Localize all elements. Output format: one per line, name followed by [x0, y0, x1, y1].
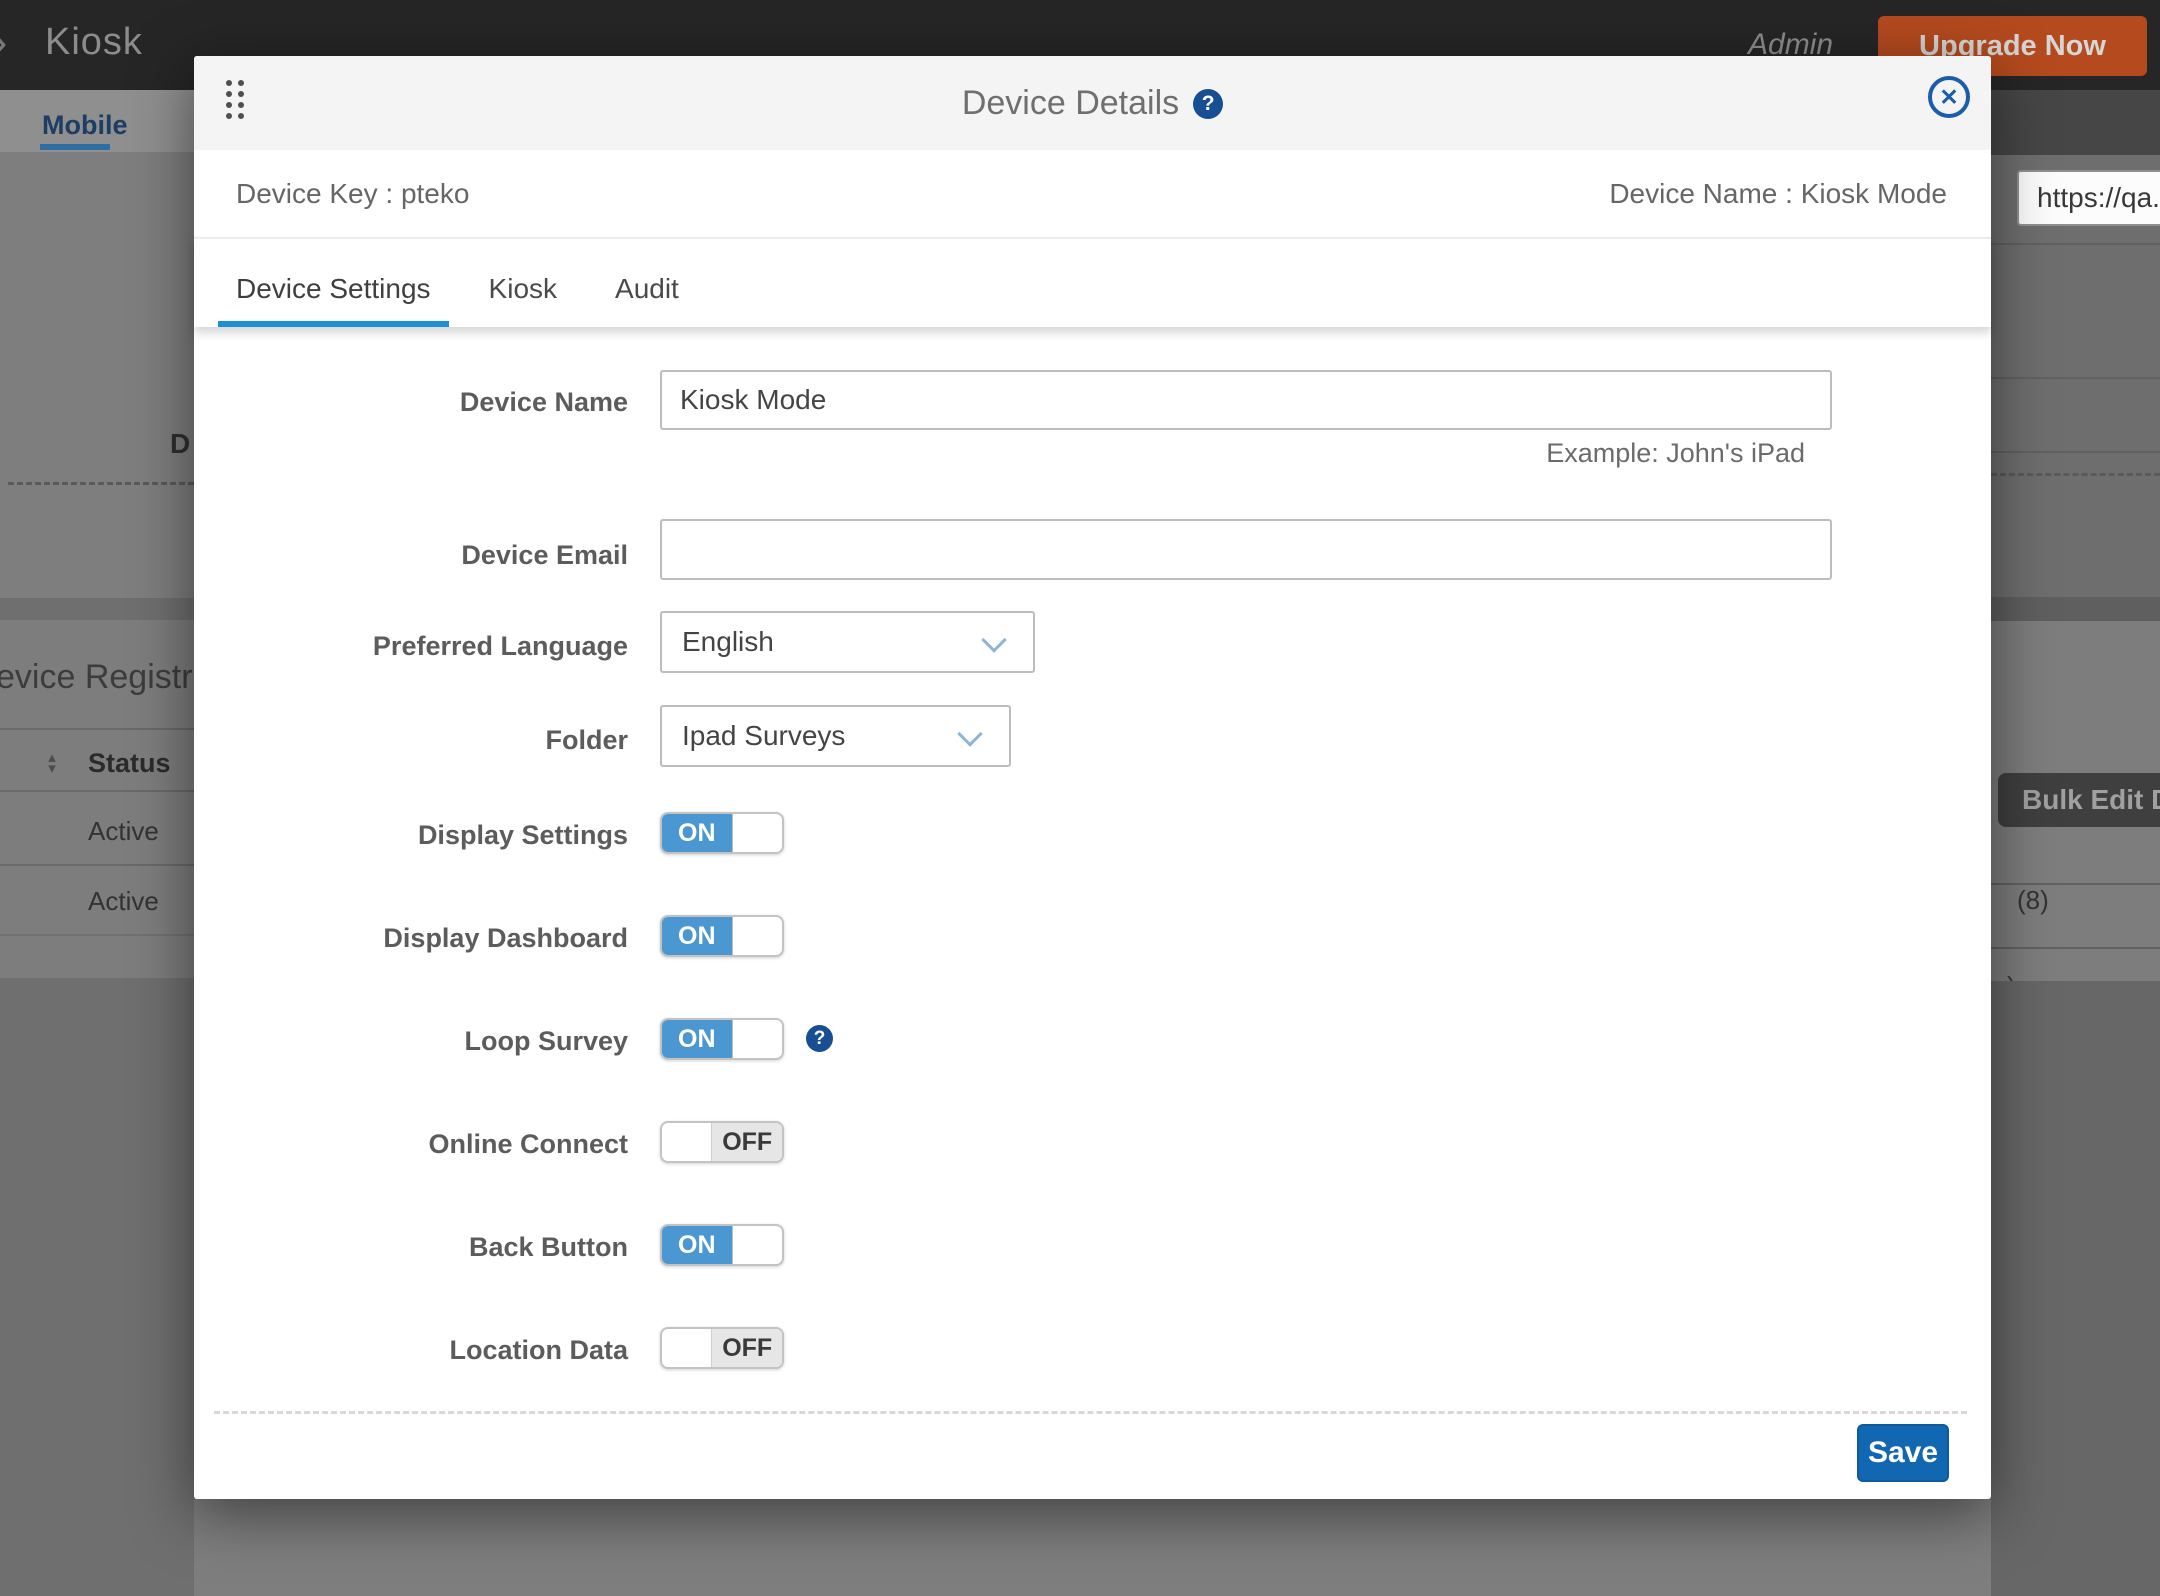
table-divider	[0, 864, 194, 866]
footer-dashed-divider	[214, 1411, 1967, 1414]
toggle-state-label: OFF	[711, 1329, 782, 1367]
tab-mobile[interactable]: Mobile	[42, 110, 128, 141]
folder-select[interactable]: Ipad Surveys	[660, 705, 1011, 767]
background-lower-area	[1991, 981, 2160, 1596]
modal-title: Device Details	[962, 84, 1179, 123]
loop-survey-label: Loop Survey	[194, 1026, 628, 1057]
device-details-modal: Device Details ? ✕ Device Key : pteko De…	[194, 56, 1991, 1499]
chevron-down-icon	[981, 627, 1006, 652]
status-column-header[interactable]: Status	[88, 748, 171, 779]
display-settings-toggle[interactable]: ON	[660, 812, 784, 854]
panel-divider	[1991, 377, 2160, 379]
device-name-label: Device Name	[194, 387, 628, 418]
mobile-tab-underline	[40, 144, 110, 150]
background-panel-gap	[0, 598, 194, 620]
background-dashed-divider	[8, 482, 194, 485]
background-dashed-divider	[1991, 473, 2160, 476]
back-button-toggle[interactable]: ON	[660, 1224, 784, 1266]
device-email-label: Device Email	[194, 540, 628, 571]
loop-survey-toggle[interactable]: ON	[660, 1018, 784, 1060]
save-button[interactable]: Save	[1857, 1424, 1949, 1482]
page-title: Kiosk	[45, 21, 143, 64]
preferred-language-select[interactable]: English	[660, 611, 1035, 673]
table-divider	[1991, 947, 2160, 949]
online-connect-toggle[interactable]: OFF	[660, 1121, 784, 1163]
toggle-state-label: ON	[662, 814, 733, 852]
loop-survey-help-icon[interactable]: ?	[806, 1025, 833, 1052]
breadcrumb-chevron-icon: ›	[0, 14, 7, 68]
tab-device-settings[interactable]: Device Settings	[218, 239, 449, 327]
background-page-right: https://qa.c Bulk Edit Dev ) (8)	[1991, 155, 2160, 1596]
background-partial-label: D	[170, 428, 190, 460]
tab-kiosk[interactable]: Kiosk	[471, 239, 575, 327]
online-connect-label: Online Connect	[194, 1129, 628, 1160]
table-divider	[0, 728, 194, 730]
url-field[interactable]: https://qa.c	[2017, 170, 2160, 226]
table-row-fragment: (8)	[2017, 885, 2049, 916]
folder-label: Folder	[194, 725, 628, 756]
toggle-state-label: ON	[662, 1226, 733, 1264]
display-dashboard-toggle[interactable]: ON	[660, 915, 784, 957]
toggle-state-label: ON	[662, 917, 733, 955]
device-name-helper: Example: John's iPad	[1546, 438, 1805, 469]
help-icon[interactable]: ?	[1193, 89, 1223, 119]
display-settings-label: Display Settings	[194, 820, 628, 851]
background-page-left: D evice Registr ▴▾ Status Active Active	[0, 152, 194, 1596]
toggle-state-label: ON	[662, 1020, 733, 1058]
panel-divider	[1991, 243, 2160, 245]
chevron-down-icon	[957, 721, 982, 746]
background-tab-bar: Mobile	[0, 90, 194, 154]
device-key-text: Device Key : pteko	[236, 178, 469, 210]
device-registration-heading: evice Registr	[0, 658, 193, 697]
location-data-label: Location Data	[194, 1335, 628, 1366]
device-name-input[interactable]	[660, 370, 1832, 430]
back-button-label: Back Button	[194, 1232, 628, 1263]
toggle-state-label: OFF	[711, 1123, 782, 1161]
background-table-right: Bulk Edit Dev )	[1991, 621, 2160, 981]
modal-tab-bar: Device Settings Kiosk Audit	[194, 237, 1991, 327]
device-registration-panel: evice Registr ▴▾ Status Active Active	[0, 620, 194, 978]
preferred-language-value: English	[682, 626, 774, 658]
background-lower-area	[0, 978, 194, 1596]
folder-value: Ipad Surveys	[682, 720, 845, 752]
display-dashboard-label: Display Dashboard	[194, 923, 628, 954]
bulk-edit-devices-button[interactable]: Bulk Edit Dev	[1998, 773, 2160, 827]
background-header-band	[1991, 90, 2160, 155]
background-panel-gap	[1991, 597, 2160, 621]
table-divider	[0, 934, 194, 936]
close-icon[interactable]: ✕	[1928, 76, 1970, 118]
panel-divider	[1991, 451, 2160, 453]
device-name-text: Device Name : Kiosk Mode	[1609, 178, 1947, 210]
preferred-language-label: Preferred Language	[194, 631, 628, 662]
modal-header: Device Details ? ✕	[194, 56, 1991, 150]
location-data-toggle[interactable]: OFF	[660, 1327, 784, 1369]
table-divider	[0, 790, 194, 792]
device-email-input[interactable]	[660, 519, 1832, 580]
sort-icon[interactable]: ▴▾	[44, 752, 60, 774]
tab-audit[interactable]: Audit	[597, 239, 697, 327]
table-row-status[interactable]: Active	[88, 816, 159, 847]
table-row-status[interactable]: Active	[88, 886, 159, 917]
